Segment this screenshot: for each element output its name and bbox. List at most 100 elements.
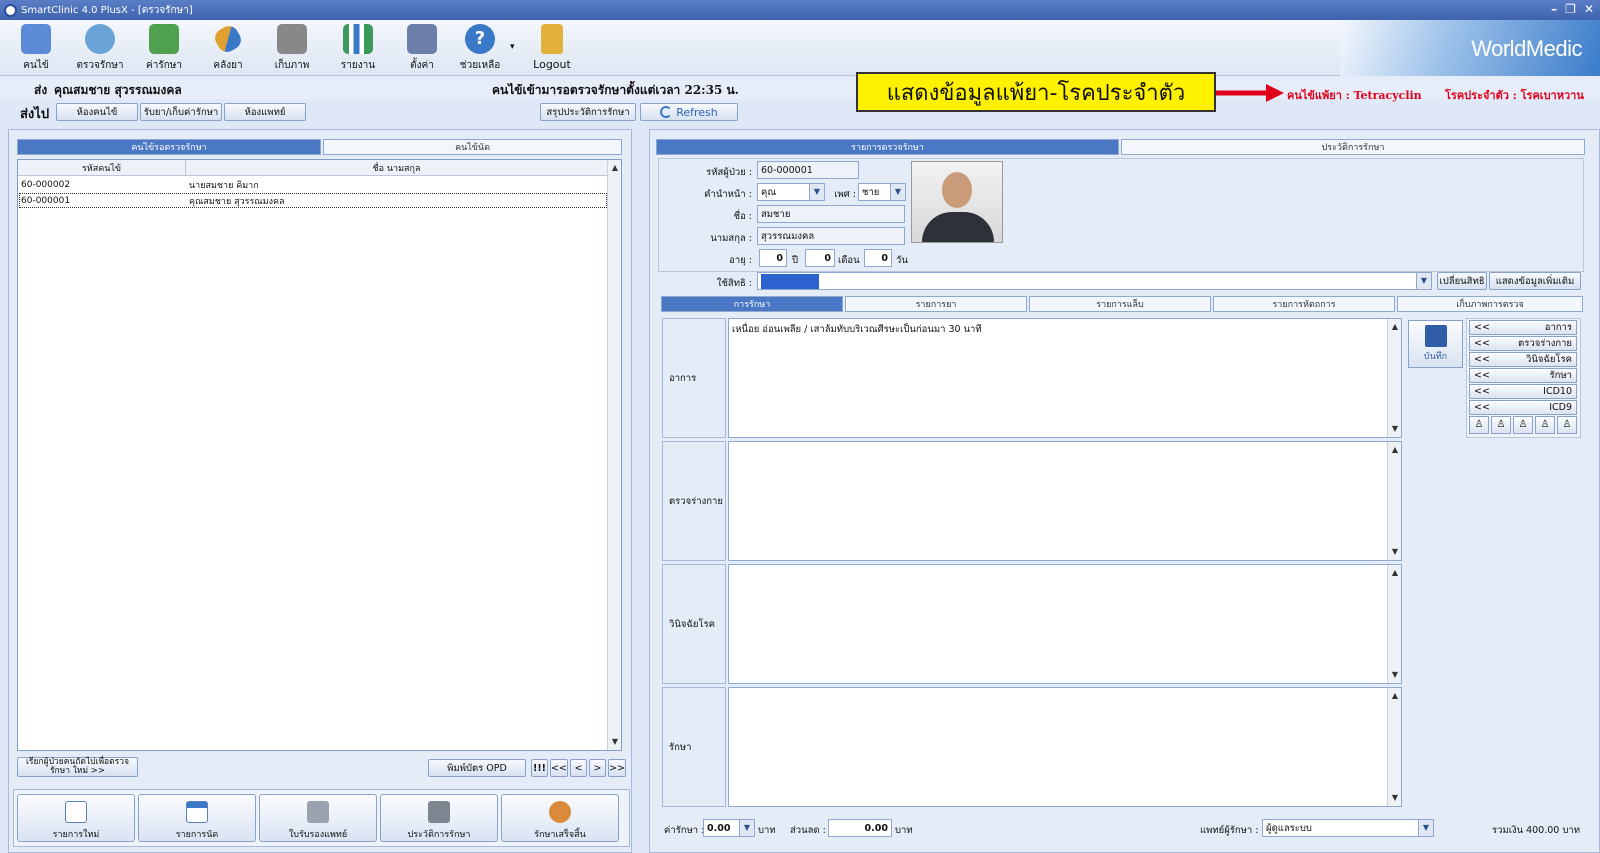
chevron-down-icon[interactable]: ▼ — [1418, 820, 1433, 836]
subtab-treatment[interactable]: การรักษา — [661, 296, 843, 312]
change-coverage-button[interactable]: เปลี่ยนสิทธิ — [1437, 272, 1487, 290]
scroll-down-icon[interactable]: ▼ — [1389, 423, 1401, 435]
scroll-down-icon[interactable]: ▼ — [1389, 669, 1401, 681]
symptom-scrollbar[interactable]: ▲ ▼ — [1387, 319, 1401, 437]
send-pharmacy-button[interactable]: รับยา/เก็บค่ารักษา — [140, 103, 222, 121]
user-template-icon[interactable]: ♙ — [1513, 416, 1533, 434]
toolbar-pharmacy-button[interactable]: คลังยา — [200, 22, 256, 73]
chevron-down-icon[interactable]: ▼ — [809, 184, 824, 200]
send-patient-room-button[interactable]: ห้องคนไข้ — [56, 103, 138, 121]
scroll-down-icon[interactable]: ▼ — [609, 736, 621, 748]
summary-history-button[interactable]: สรุปประวัติการรักษา — [540, 103, 636, 121]
insert-physical-exam-button[interactable]: << ตรวจร่างกาย — [1469, 336, 1577, 351]
insert-symptom-button[interactable]: << อาการ — [1469, 320, 1577, 335]
help-icon: ? — [465, 24, 495, 54]
minimize-icon[interactable]: – — [1551, 2, 1557, 16]
toolbar-fee-button[interactable]: ค่ารักษา — [136, 24, 192, 73]
finish-treatment-button[interactable]: รักษาเสร็จสิ้น — [501, 794, 619, 842]
diagnosis-scrollbar[interactable]: ▲ ▼ — [1387, 565, 1401, 683]
treatment-scrollbar[interactable]: ▲ ▼ — [1387, 688, 1401, 806]
sex-label: เพศ : — [834, 189, 856, 200]
column-header-id[interactable]: รหัสคนไข้ — [18, 160, 186, 176]
printer-icon — [307, 801, 329, 823]
prefix-select[interactable]: คุณ ▼ — [757, 183, 825, 201]
list-scrollbar[interactable]: ▲ ▼ — [607, 160, 621, 750]
toolbar-help-button[interactable]: ? ช่วยเหลือ — [452, 24, 508, 73]
pager-prev-button[interactable]: < — [570, 759, 587, 777]
call-next-patient-button[interactable]: เรียกผู้ป่วยคนถัดไปเพื่อตรวจรักษา ใหม่ >… — [17, 757, 138, 777]
chevron-down-icon[interactable]: ▼ — [1416, 273, 1431, 289]
help-dropdown-icon[interactable]: ▾ — [510, 42, 515, 52]
restore-icon[interactable]: ❐ — [1565, 2, 1576, 16]
new-record-button[interactable]: รายการใหม่ — [17, 794, 135, 842]
photo-suit — [922, 212, 994, 242]
discount-field[interactable]: 0.00 — [828, 819, 892, 837]
treatment-history-button[interactable]: ประวัติการรักษา — [380, 794, 498, 842]
physical-exam-textarea[interactable] — [728, 441, 1402, 561]
insert-treatment-button[interactable]: << รักษา — [1469, 368, 1577, 383]
symptom-textarea[interactable]: เหนื่อย อ่อนเพลีย / เสาล้มทับบริเวณศีรษะ… — [728, 318, 1402, 438]
patient-id-field: 60-000001 — [757, 161, 859, 179]
scroll-up-icon[interactable]: ▲ — [1389, 567, 1401, 579]
scroll-down-icon[interactable]: ▼ — [1389, 546, 1401, 558]
toolbar-patient-button[interactable]: คนไข้ — [8, 24, 64, 73]
user-template-icon[interactable]: ♙ — [1557, 416, 1577, 434]
pager-prev-page-button[interactable]: << — [550, 759, 568, 777]
table-row-selected[interactable]: 60-000001 คุณสมชาย สุวรรณมงคล — [19, 193, 607, 208]
insert-icd10-button[interactable]: << ICD10 — [1469, 384, 1577, 399]
scroll-up-icon[interactable]: ▲ — [1389, 690, 1401, 702]
user-template-icon[interactable]: ♙ — [1491, 416, 1511, 434]
appointment-list-button[interactable]: รายการนัด — [138, 794, 256, 842]
tab-waiting-patients[interactable]: คนไข้รอตรวจรักษา — [17, 139, 321, 155]
refresh-button[interactable]: Refresh — [640, 103, 738, 121]
toolbar-settings-button[interactable]: ตั้งค่า — [394, 24, 450, 73]
toolbar-exam-button[interactable]: ตรวจรักษา — [72, 24, 128, 73]
physical-exam-scrollbar[interactable]: ▲ ▼ — [1387, 442, 1401, 560]
tab-appointment-patients[interactable]: คนไข้นัด — [323, 139, 622, 155]
medical-certificate-button[interactable]: ใบรับรองแพทย์ — [259, 794, 377, 842]
close-icon[interactable]: ✕ — [1584, 2, 1594, 16]
brand-banner: WorldMedic — [1340, 20, 1600, 76]
coverage-select[interactable]: ชำระเงินเอง ▼ — [757, 272, 1432, 290]
scroll-down-icon[interactable]: ▼ — [1389, 792, 1401, 804]
subtab-procedure-list[interactable]: รายการหัตถการ — [1213, 296, 1395, 312]
diagnosis-textarea[interactable] — [728, 564, 1402, 684]
scroll-up-icon[interactable]: ▲ — [609, 162, 621, 174]
print-opd-card-button[interactable]: พิมพ์บัตร OPD — [428, 759, 526, 777]
fee-select[interactable]: 0.00 ▼ — [703, 819, 755, 837]
user-template-icon[interactable]: ♙ — [1469, 416, 1489, 434]
insert-icd9-button[interactable]: << ICD9 — [1469, 400, 1577, 415]
send-doctor-room-button[interactable]: ห้องแพทย์ — [224, 103, 306, 121]
toolbar-logout-button[interactable]: Logout — [524, 24, 580, 71]
subtab-drug-list[interactable]: รายการยา — [845, 296, 1027, 312]
doctor-select[interactable]: ผู้ดูแลระบบ ▼ — [1262, 819, 1434, 837]
brand-logo: WorldMedic — [1471, 36, 1582, 61]
pager-next-button[interactable]: > — [589, 759, 606, 777]
tab-treatment-history[interactable]: ประวัติการรักษา — [1121, 139, 1585, 155]
diagnosis-section-label: วินิจฉัยโรค — [662, 564, 726, 684]
title-bar: SmartClinic 4.0 PlusX - [ตรวจรักษา] — [0, 0, 1600, 20]
sex-select[interactable]: ชาย ▼ — [858, 183, 906, 201]
treatment-textarea[interactable] — [728, 687, 1402, 807]
insert-diagnosis-button[interactable]: << วินิจฉัยโรค — [1469, 352, 1577, 367]
save-button[interactable]: บันทึก — [1408, 320, 1463, 368]
user-template-icon[interactable]: ♙ — [1535, 416, 1555, 434]
pill-icon — [211, 22, 245, 56]
toolbar-camera-button[interactable]: เก็บภาพ — [264, 24, 320, 73]
fee-label: ค่ารักษา : — [664, 825, 705, 836]
subtab-lab-list[interactable]: รายการแล็บ — [1029, 296, 1211, 312]
toolbar-report-button[interactable]: รายงาน — [330, 24, 386, 73]
column-header-name[interactable]: ชื่อ นามสกุล — [186, 160, 607, 176]
table-row[interactable]: 60-000002 นายสมชาย คิมาก — [19, 177, 607, 192]
tab-exam-record[interactable]: รายการตรวจรักษา — [656, 139, 1119, 155]
photo-face — [942, 172, 972, 208]
scroll-up-icon[interactable]: ▲ — [1389, 321, 1401, 333]
chevron-down-icon[interactable]: ▼ — [739, 820, 754, 836]
pager-first-button[interactable]: !!! — [531, 759, 548, 777]
lock-icon — [541, 24, 563, 54]
chevron-down-icon[interactable]: ▼ — [890, 184, 905, 200]
scroll-up-icon[interactable]: ▲ — [1389, 444, 1401, 456]
pager-last-button[interactable]: >> — [608, 759, 626, 777]
subtab-exam-photos[interactable]: เก็บภาพการตรวจ — [1397, 296, 1583, 312]
show-more-info-button[interactable]: แสดงข้อมูลเพิ่มเติม — [1489, 272, 1581, 290]
